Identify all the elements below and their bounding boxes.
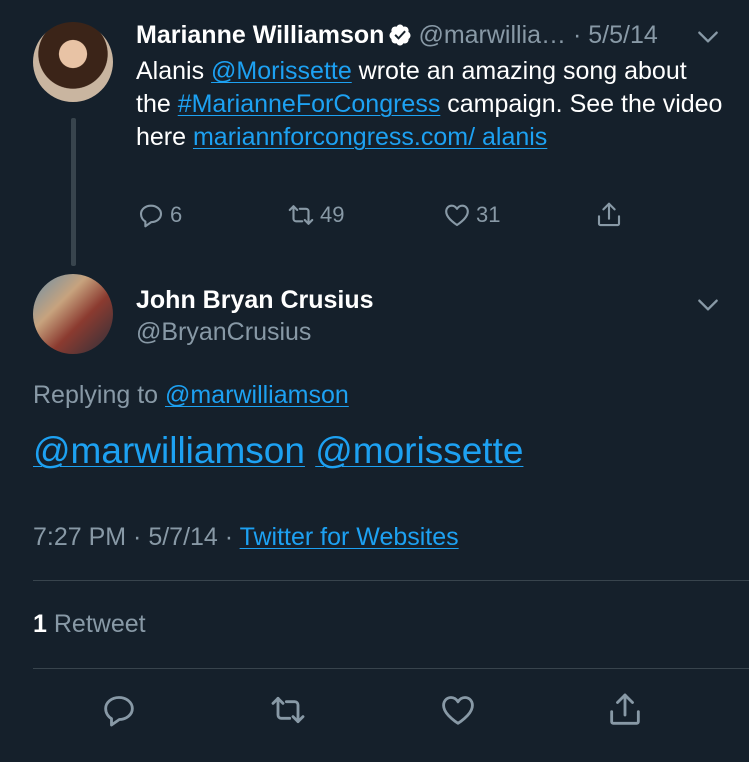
retweet-stats[interactable]: 1 Retweet — [33, 607, 146, 641]
replying-prefix: Replying to — [33, 381, 166, 409]
avatar-john-bryan-crusius[interactable] — [33, 274, 113, 354]
like-button[interactable]: 31 — [442, 200, 500, 230]
avatar-marianne-williamson[interactable] — [33, 22, 113, 102]
tweet1-text-part1: Alanis — [136, 57, 212, 85]
tweet1-header: Marianne Williamson @marwillia… · 5/5/14 — [136, 18, 658, 52]
heart-icon — [442, 696, 474, 725]
reply-button[interactable] — [99, 690, 139, 730]
tweet2-author-name[interactable]: John Bryan Crusius — [136, 284, 374, 316]
chevron-down-icon[interactable] — [695, 24, 721, 50]
heart-icon — [445, 204, 469, 227]
reply-icon — [104, 696, 134, 727]
replying-to: Replying to @marwilliamson — [33, 378, 349, 412]
tweet2-actions — [0, 690, 749, 734]
thread-line — [71, 118, 76, 266]
share-button[interactable] — [594, 200, 624, 230]
tweet1-text: Alanis @Morissette wrote an amazing song… — [136, 55, 726, 154]
reply-count: 6 — [170, 202, 183, 227]
share-icon — [597, 202, 621, 227]
url-link[interactable]: mariannforcongress.com/ alanis — [193, 123, 547, 151]
meta-separator: · — [126, 523, 149, 551]
retweet-stat-count: 1 — [33, 610, 47, 638]
retweet-icon — [288, 205, 314, 225]
tweet1-handle[interactable]: @marwillia… — [418, 21, 566, 49]
retweet-stat-label: Retweet — [53, 610, 146, 638]
tweet2-handle[interactable]: @BryanCrusius — [136, 316, 311, 348]
tweet2-time: 7:27 PM — [33, 523, 127, 551]
verified-badge-icon — [389, 24, 411, 46]
tweet1-separator: · — [566, 21, 589, 49]
mention-link-marwilliamson[interactable]: @marwilliamson — [33, 430, 305, 471]
retweet-icon — [271, 696, 305, 724]
retweet-button[interactable]: 49 — [286, 200, 344, 230]
chevron-down-icon[interactable] — [695, 292, 721, 318]
divider — [33, 580, 749, 581]
mention-link-morissette[interactable]: @morissette — [315, 430, 523, 471]
tweet2-meta: 7:27 PM · 5/7/14 · Twitter for Websites — [33, 520, 459, 554]
share-button[interactable] — [605, 690, 645, 730]
tweet2-text: @marwilliamson @morissette — [33, 428, 523, 474]
source-link[interactable]: Twitter for Websites — [240, 523, 459, 551]
like-button[interactable] — [438, 690, 478, 730]
tweet2-date: 5/7/14 — [148, 523, 218, 551]
mention-link-morissette[interactable]: @Morissette — [211, 57, 352, 85]
retweet-button[interactable] — [268, 690, 308, 730]
reply-icon — [139, 204, 163, 228]
share-icon — [610, 693, 640, 725]
meta-separator: · — [217, 523, 240, 551]
replying-to-link[interactable]: @marwilliamson — [165, 381, 349, 409]
hashtag-link[interactable]: #MarianneForCongress — [178, 90, 441, 118]
divider — [33, 668, 749, 669]
tweet1-author-name[interactable]: Marianne Williamson — [136, 21, 384, 49]
reply-button[interactable]: 6 — [136, 200, 182, 230]
like-count: 31 — [476, 202, 501, 227]
tweet1-date[interactable]: 5/5/14 — [588, 21, 658, 49]
retweet-count: 49 — [320, 202, 345, 227]
